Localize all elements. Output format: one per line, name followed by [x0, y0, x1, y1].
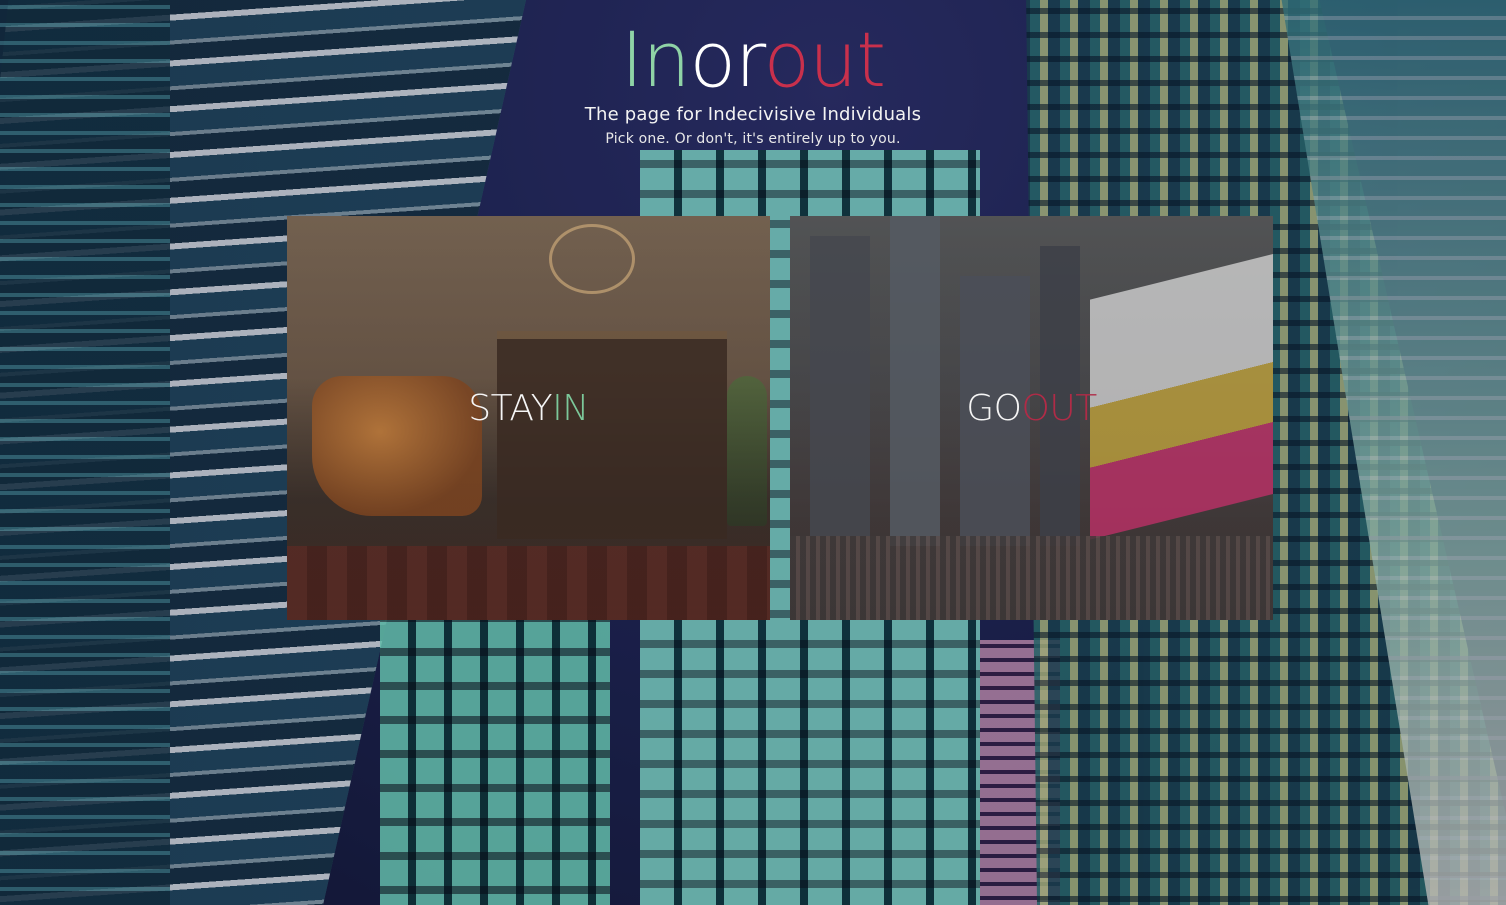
subtitle: Pick one. Or don't, it's entirely up to … [605, 131, 901, 147]
tower-decoration [890, 216, 940, 546]
logo-part-in: In [620, 15, 691, 104]
go-out-card[interactable]: GOOUT [790, 216, 1273, 620]
go-out-label-main: GO [966, 388, 1022, 429]
logo-part-or: or [689, 15, 765, 104]
site-logo: Inorout [0, 12, 1506, 108]
piano-decoration [497, 331, 727, 539]
go-out-label[interactable]: GOOUT [790, 387, 1273, 431]
go-out-label-accent: OUT [1021, 388, 1098, 429]
tower-decoration [810, 236, 870, 536]
clock-decoration [549, 224, 635, 294]
stay-in-label[interactable]: STAYIN [287, 387, 770, 431]
tagline: The page for Indecivisive Individuals [584, 104, 922, 125]
crowd-decoration [790, 536, 1273, 620]
stay-in-label-main: STAY [468, 388, 553, 429]
stay-in-card[interactable]: STAYIN [287, 216, 770, 620]
stay-in-label-accent: IN [552, 388, 589, 429]
logo-part-out: out [763, 15, 886, 104]
rug-decoration [287, 546, 770, 620]
